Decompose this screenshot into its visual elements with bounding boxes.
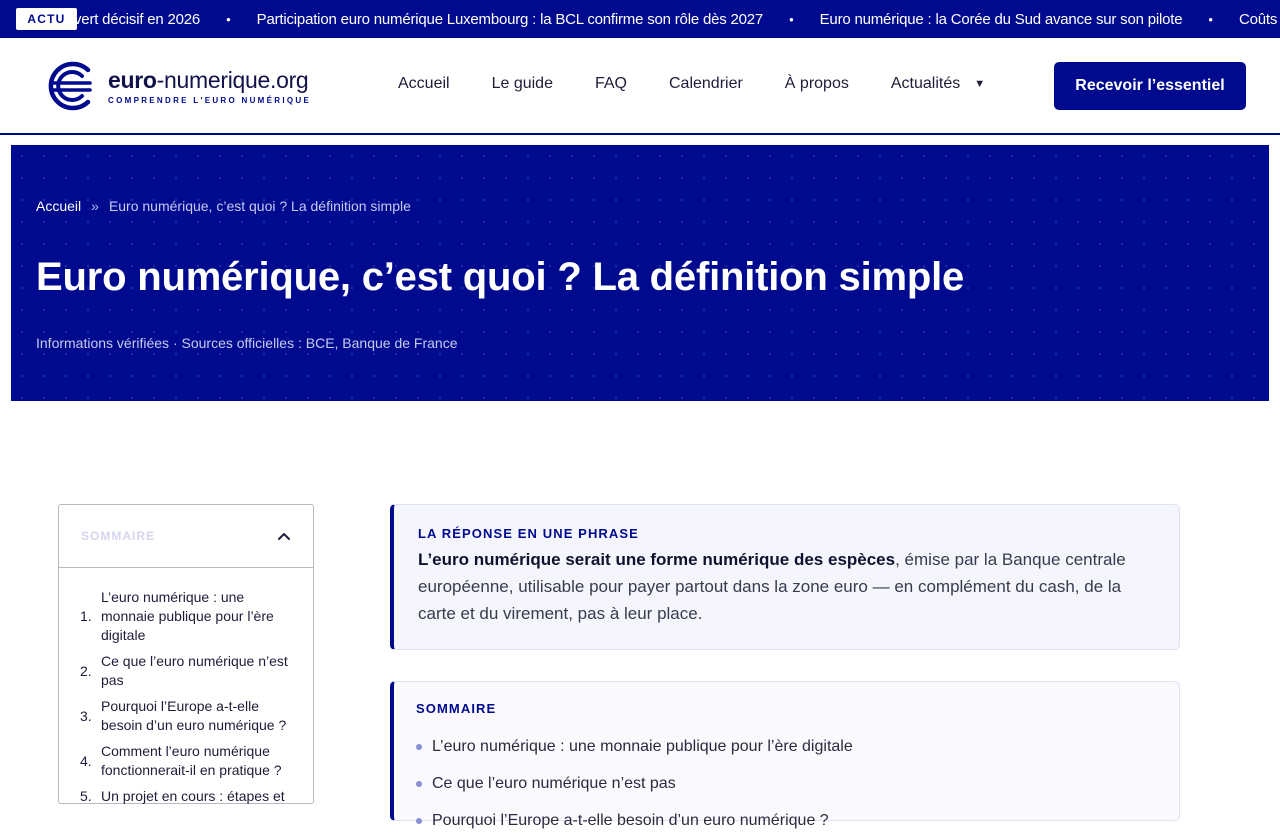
summary-item[interactable]: Pourquoi l’Europe a-t-elle besoin d’un e… [416,802,1155,839]
toc-item-label: Comment l’euro numérique fonctionnerait-… [101,743,282,778]
summary-item[interactable]: Ce que l’euro numérique n’est pas [416,765,1155,802]
summary-item-label: Ce que l’euro numérique n’est pas [432,774,676,792]
logo-title: euro-numerique.org [108,67,309,93]
sidebar-toc: SOMMAIRE 1. L’euro numérique : une monna… [58,504,314,804]
hero-banner: Accueil » Euro numérique, c’est quoi ? L… [11,145,1269,401]
summary-box: SOMMAIRE L’euro numérique : une monnaie … [390,681,1180,829]
summary-item-label: Pourquoi l’Europe a-t-elle besoin d’un e… [432,811,829,829]
toc-item-number: 4. [80,752,92,769]
toc-item[interactable]: 5. Un projet en cours : étapes et [80,787,295,806]
main-nav: Accueil Le guide FAQ Calendrier À propos… [398,75,1027,93]
toc-item-number: 3. [80,707,92,724]
toc-item[interactable]: 4. Comment l’euro numérique fonctionnera… [80,742,295,780]
nav-actualites-label: Actualités [890,75,961,92]
ticker-item[interactable]: Coûts eu [1239,11,1280,28]
subscribe-button[interactable]: Recevoir l’essentiel [1054,62,1246,110]
ticker-separator: • [1208,11,1213,27]
ticker-separator: • [226,11,231,27]
toc-item-label: Un projet en cours : étapes et [101,788,285,804]
summary-item[interactable]: L’euro numérique : une monnaie publique … [416,728,1155,765]
toc-item-number: 1. [80,608,92,624]
toc-item[interactable]: 3. Pourquoi l’Europe a-t-elle besoin d’u… [80,697,295,735]
answer-text: L’euro numérique serait une forme numéri… [418,546,1155,627]
toc-item[interactable]: 2. Ce que l’euro numérique n’est pas [80,652,295,690]
nav-actualites[interactable]: Actualités ▼ [891,75,985,93]
nav-accueil[interactable]: Accueil [398,75,450,93]
breadcrumb: Accueil » Euro numérique, c’est quoi ? L… [36,198,411,214]
toc-item[interactable]: 1. L’euro numérique : une monnaie publiq… [80,588,295,645]
source-note: Informations vérifiées · Sources officie… [36,335,458,351]
nav-faq[interactable]: FAQ [595,75,627,93]
chevron-up-icon[interactable] [277,531,291,541]
summary-item-label: L’euro numérique : une monnaie publique … [432,737,853,755]
ticker-item[interactable]: vert décisif en 2026 [74,11,200,28]
toc-list: 1. L’euro numérique : une monnaie publiq… [59,568,313,806]
toc-item-number: 2. [80,662,92,679]
nav-le-guide[interactable]: Le guide [492,75,553,93]
site-header: euro-numerique.org COMPRENDRE L'EURO NUM… [0,38,1280,135]
summary-label: SOMMAIRE [416,701,497,716]
summary-list: L’euro numérique : une monnaie publique … [416,728,1155,839]
news-ticker: vert décisif en 2026 • Participation eur… [0,0,1280,38]
toc-title: SOMMAIRE [81,529,155,543]
toc-item-label: L’euro numérique : une monnaie publique … [101,589,274,643]
caret-down-icon: ▼ [974,78,986,90]
answer-label: LA RÉPONSE EN UNE PHRASE [418,526,639,541]
nav-calendrier[interactable]: Calendrier [669,75,743,93]
bullet-dot-icon [416,780,422,787]
breadcrumb-home[interactable]: Accueil [36,198,81,214]
answer-text-bold: L’euro numérique serait une forme numéri… [418,550,896,569]
ticker-item[interactable]: Participation euro numérique Luxembourg … [257,11,764,28]
nav-a-propos[interactable]: À propos [785,75,849,93]
logo-subtitle: COMPRENDRE L'EURO NUMÉRIQUE [108,96,312,105]
actu-badge: ACTU [16,8,77,30]
bullet-dot-icon [416,743,422,750]
toc-item-label: Ce que l’euro numérique n’est pas [101,653,288,688]
euro-logo-icon [48,61,92,111]
toc-item-label: Pourquoi l’Europe a-t-elle besoin d’un e… [101,698,287,733]
bullet-dot-icon [416,817,422,824]
ticker-separator: • [789,11,794,27]
breadcrumb-current: Euro numérique, c’est quoi ? La définiti… [108,198,411,214]
site-logo[interactable]: euro-numerique.org COMPRENDRE L'EURO NUM… [44,60,311,112]
page-title: Euro numérique, c’est quoi ? La définiti… [36,255,965,299]
breadcrumb-separator: » [91,198,99,214]
answer-box: LA RÉPONSE EN UNE PHRASE L’euro numériqu… [390,504,1180,650]
toc-item-number: 5. [80,788,92,804]
ticker-track: vert décisif en 2026 • Participation eur… [0,0,1280,38]
toc-header[interactable]: SOMMAIRE [59,505,313,568]
ticker-item[interactable]: Euro numérique : la Corée du Sud avance … [820,11,1183,28]
